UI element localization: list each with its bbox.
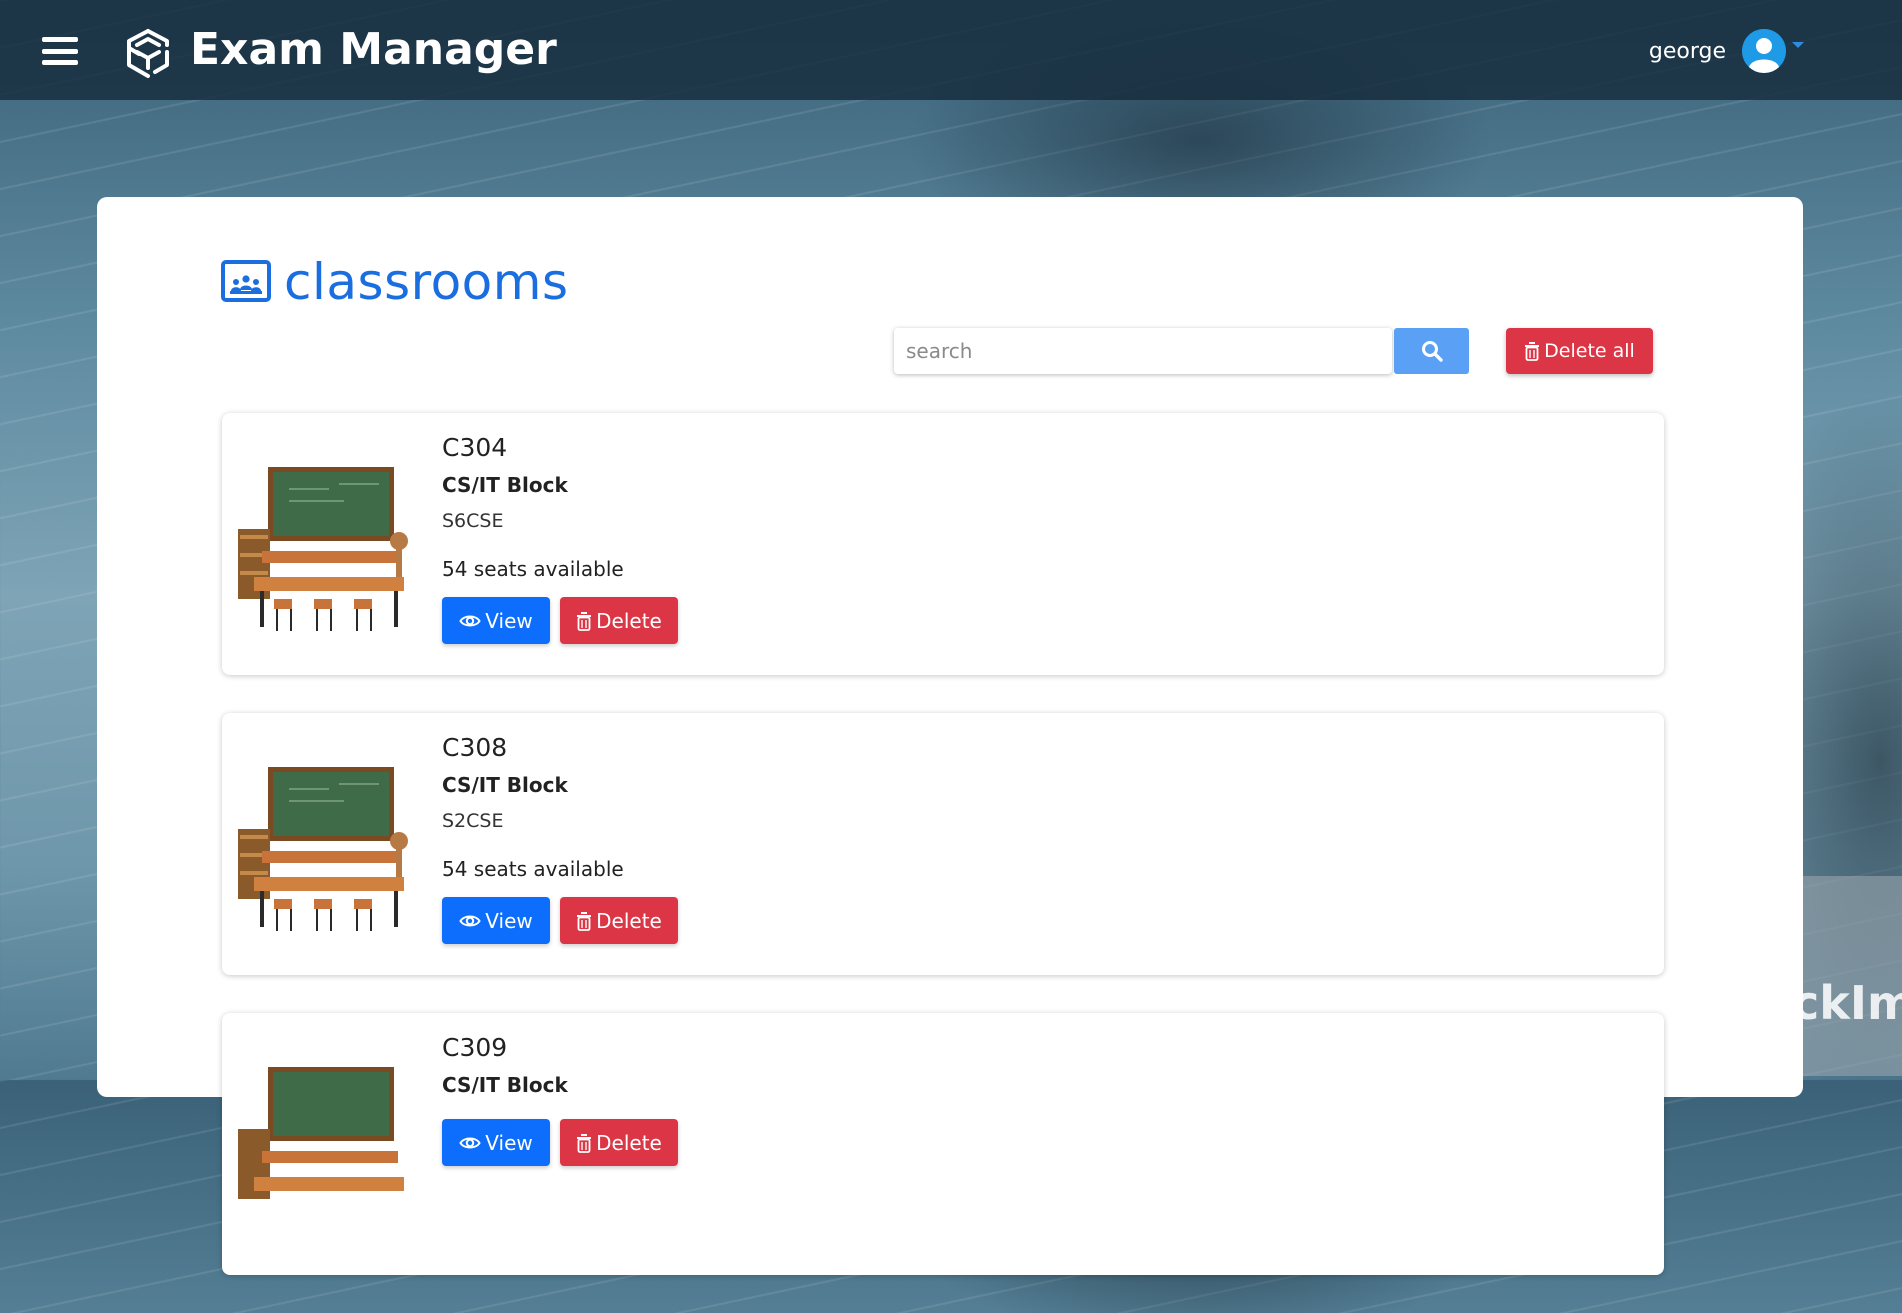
card-actions: View Delete <box>442 1119 678 1166</box>
classroom-name: C304 <box>442 433 508 462</box>
view-button[interactable]: View <box>442 597 550 644</box>
classroom-image <box>234 749 422 937</box>
main-panel: classrooms Delete all <box>97 197 1803 1275</box>
watermark-text: ckIm <box>1800 976 1902 1030</box>
delete-button[interactable]: Delete <box>560 1119 678 1166</box>
classroom-list: C304 CS/IT Block S6CSE 54 seats availabl… <box>222 413 1664 1313</box>
hamburger-icon-bar <box>42 37 78 42</box>
user-menu[interactable]: george <box>1649 28 1804 74</box>
eye-icon <box>459 915 481 926</box>
classroom-card: C309 CS/IT Block View Delete <box>222 1013 1664 1275</box>
classroom-block: CS/IT Block <box>442 473 568 497</box>
eye-icon <box>459 1137 481 1148</box>
hamburger-icon-bar <box>42 60 78 65</box>
app-title: Exam Manager <box>190 24 557 75</box>
view-button-label: View <box>485 608 533 633</box>
delete-button-label: Delete <box>596 608 662 633</box>
card-actions: View Delete <box>442 897 678 944</box>
classroom-block: CS/IT Block <box>442 1073 568 1097</box>
top-navbar: Exam Manager george <box>0 0 1902 100</box>
delete-all-label: Delete all <box>1544 340 1635 362</box>
trash-icon <box>1525 342 1540 361</box>
classroom-section: S6CSE <box>442 510 504 532</box>
search-box <box>894 328 1392 374</box>
menu-toggle-button[interactable] <box>42 37 78 65</box>
search-button[interactable] <box>1394 328 1469 374</box>
classroom-card: C308 CS/IT Block S2CSE 54 seats availabl… <box>222 713 1664 975</box>
delete-button[interactable]: Delete <box>560 897 678 944</box>
page-heading-text: classrooms <box>284 253 569 311</box>
classroom-image <box>234 1049 422 1237</box>
chevron-down-icon <box>1792 42 1804 48</box>
eye-icon <box>459 615 481 626</box>
cube-logo-icon <box>127 29 169 78</box>
classroom-name: C308 <box>442 733 508 762</box>
classroom-info: C309 CS/IT Block View Delete <box>442 1031 678 1166</box>
classroom-name: C309 <box>442 1033 508 1062</box>
page-title: classrooms <box>220 252 569 312</box>
view-button-label: View <box>485 908 533 933</box>
delete-button-label: Delete <box>596 1130 662 1155</box>
view-button-label: View <box>485 1130 533 1155</box>
card-actions: View Delete <box>442 597 678 644</box>
classroom-seats: 54 seats available <box>442 557 624 581</box>
delete-button[interactable]: Delete <box>560 597 678 644</box>
trash-icon <box>577 911 592 931</box>
watermark: ckIm <box>1800 876 1902 1076</box>
view-button[interactable]: View <box>442 1119 550 1166</box>
classroom-image <box>234 449 422 637</box>
trash-icon <box>577 611 592 631</box>
hamburger-icon-bar <box>42 48 78 54</box>
user-avatar-icon <box>1742 29 1786 73</box>
classroom-icon <box>221 260 271 302</box>
classroom-card: C304 CS/IT Block S6CSE 54 seats availabl… <box>222 413 1664 675</box>
classroom-seats: 54 seats available <box>442 857 624 881</box>
classroom-info: C308 CS/IT Block S2CSE 54 seats availabl… <box>442 731 678 944</box>
search-icon <box>1421 341 1443 362</box>
classroom-block: CS/IT Block <box>442 773 568 797</box>
view-button[interactable]: View <box>442 897 550 944</box>
classroom-section: S2CSE <box>442 810 504 832</box>
user-name: george <box>1648 38 1726 64</box>
search-input[interactable] <box>894 328 1392 374</box>
classroom-info: C304 CS/IT Block S6CSE 54 seats availabl… <box>442 431 678 644</box>
delete-button-label: Delete <box>596 908 662 933</box>
delete-all-button[interactable]: Delete all <box>1506 328 1653 374</box>
trash-icon <box>577 1133 592 1153</box>
